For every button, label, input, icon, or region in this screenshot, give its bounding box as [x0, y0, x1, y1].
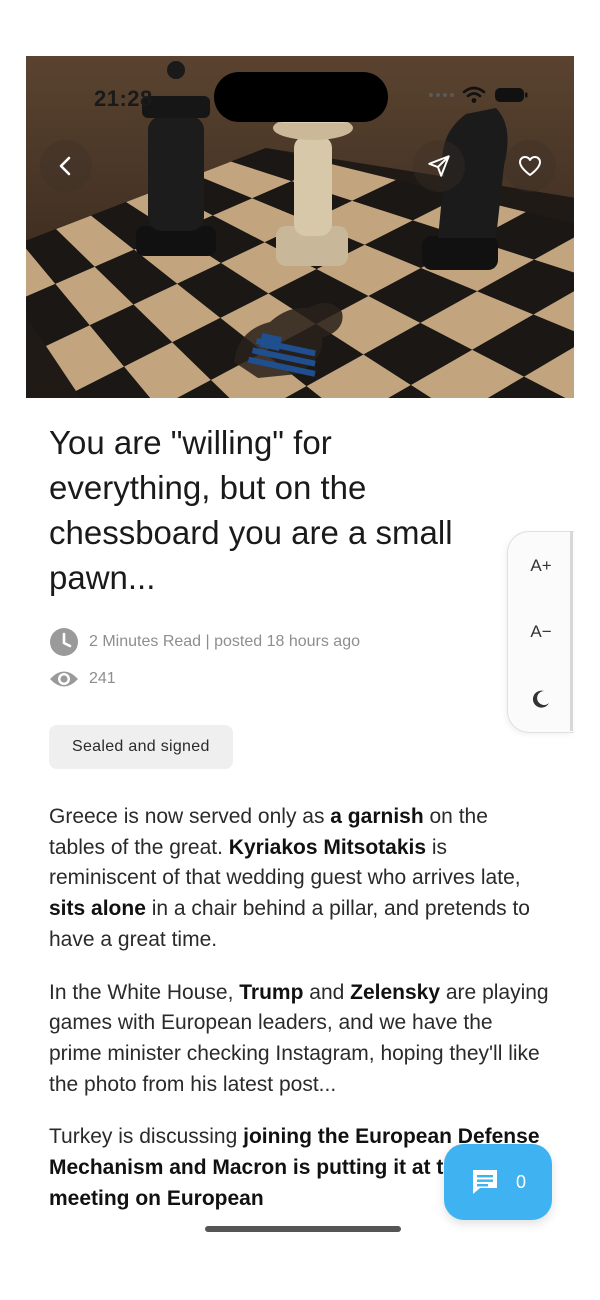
- paragraph-text: Turkey is discussing: [49, 1125, 244, 1149]
- wifi-icon: [462, 86, 486, 103]
- read-time-text: 2 Minutes Read | posted 18 hours ago: [89, 633, 360, 650]
- paragraph-text: In the White House,: [49, 980, 240, 1004]
- views-count: 241: [89, 670, 116, 687]
- side-panel-edge: [570, 531, 573, 731]
- text-settings-panel: A+ A−: [507, 531, 574, 733]
- font-increase-button[interactable]: A+: [508, 546, 574, 586]
- clock-icon: [50, 628, 78, 656]
- signal-icon: [429, 93, 454, 97]
- emphasized-text: sits alone: [49, 897, 146, 921]
- heart-icon: [519, 156, 541, 176]
- moon-icon: [532, 690, 549, 708]
- font-decrease-button[interactable]: A−: [508, 612, 574, 652]
- send-icon: [428, 155, 450, 177]
- emphasized-text: a garnish: [330, 805, 424, 828]
- article-paragraph: In the White House, Trump and Zelensky a…: [49, 978, 549, 1101]
- comment-icon: [472, 1170, 497, 1194]
- status-icons: [429, 86, 528, 104]
- views-row: 241: [49, 668, 116, 690]
- category-tag[interactable]: Sealed and signed: [49, 725, 233, 769]
- comments-button[interactable]: 0: [444, 1144, 552, 1220]
- read-time-row: 2 Minutes Read | posted 18 hours ago: [49, 627, 360, 657]
- emphasized-text: Kyriakos Mitsotakis: [228, 835, 427, 859]
- battery-icon: [495, 88, 528, 102]
- comments-count: 0: [515, 1171, 526, 1192]
- chevron-left-icon: [59, 156, 71, 176]
- camera-notch: [214, 72, 388, 122]
- back-button[interactable]: [40, 140, 92, 192]
- dark-mode-button[interactable]: [508, 679, 574, 719]
- status-time: 21:28: [94, 86, 153, 111]
- article-title: You are "willing" for everything, but on…: [49, 424, 453, 596]
- paragraph-text: Greece is now served only as: [49, 805, 331, 828]
- share-button[interactable]: [413, 140, 465, 192]
- emphasized-text: Trump: [239, 980, 304, 1004]
- paragraph-text: and: [303, 980, 351, 1004]
- hero-image: 21:28: [26, 56, 574, 398]
- article-paragraph: Greece is now served only as a garnish o…: [49, 802, 549, 956]
- eye-icon: [50, 671, 78, 687]
- favorite-button[interactable]: [504, 140, 556, 192]
- home-indicator: [205, 1226, 401, 1232]
- emphasized-text: Zelensky: [350, 980, 441, 1004]
